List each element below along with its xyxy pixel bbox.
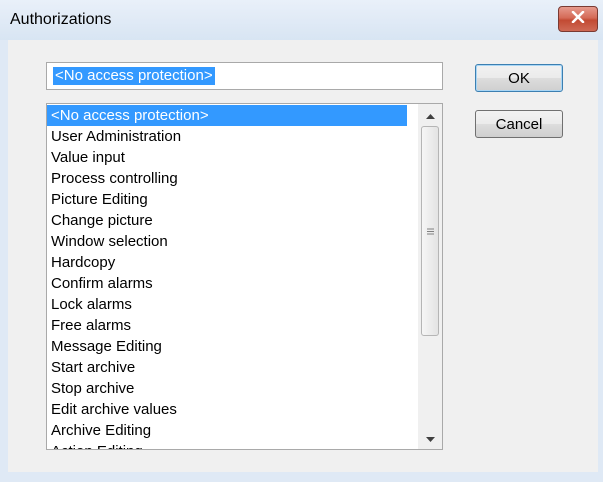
close-button[interactable] xyxy=(558,6,598,32)
list-item[interactable]: Archive Editing xyxy=(47,420,416,441)
list-item[interactable]: Process controlling xyxy=(47,168,416,189)
title-bar[interactable]: Authorizations xyxy=(0,0,603,40)
list-item[interactable]: Confirm alarms xyxy=(47,273,416,294)
list-item[interactable]: Picture Editing xyxy=(47,189,416,210)
edit-field-value: <No access protection> xyxy=(53,67,215,85)
arrow-up-icon xyxy=(425,106,435,124)
list-item[interactable]: Value input xyxy=(47,147,416,168)
scroll-up-button[interactable] xyxy=(418,104,442,126)
dialog-body: <No access protection> <No access protec… xyxy=(8,40,598,472)
scroll-down-button[interactable] xyxy=(418,427,442,449)
list-item[interactable]: Stop archive xyxy=(47,378,416,399)
scrollbar-thumb[interactable] xyxy=(421,126,439,336)
vertical-scrollbar[interactable] xyxy=(418,104,442,449)
close-icon xyxy=(571,10,585,28)
list-item[interactable]: Edit archive values xyxy=(47,399,416,420)
list-item[interactable]: Lock alarms xyxy=(47,294,416,315)
dialog-title: Authorizations xyxy=(10,11,112,28)
authorization-listbox[interactable]: <No access protection> User Administratio… xyxy=(46,103,443,450)
list-item[interactable]: Free alarms xyxy=(47,315,416,336)
list-item[interactable]: User Administration xyxy=(47,126,416,147)
list-item[interactable]: Message Editing xyxy=(47,336,416,357)
authorization-edit-field[interactable]: <No access protection> xyxy=(46,62,443,90)
list-item[interactable]: Window selection xyxy=(47,231,416,252)
list-items: <No access protection> User Administratio… xyxy=(47,105,416,449)
list-item[interactable]: Action Editing xyxy=(47,441,416,449)
ok-button[interactable]: OK xyxy=(475,64,563,92)
list-item[interactable]: Hardcopy xyxy=(47,252,416,273)
grip-icon xyxy=(426,222,434,240)
authorizations-dialog: Authorizations <No access protection> <N… xyxy=(0,0,603,482)
arrow-down-icon xyxy=(425,429,435,447)
list-item[interactable]: <No access protection> xyxy=(47,105,407,126)
list-item[interactable]: Start archive xyxy=(47,357,416,378)
list-item[interactable]: Change picture xyxy=(47,210,416,231)
cancel-button[interactable]: Cancel xyxy=(475,110,563,138)
